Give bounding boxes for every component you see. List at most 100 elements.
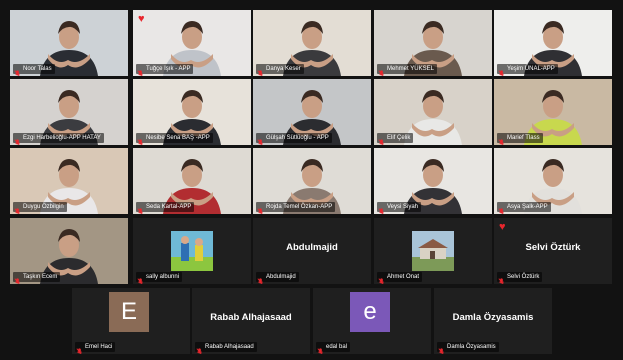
- microphone-muted-icon: [378, 273, 385, 284]
- participant-tile[interactable]: Noor Talas: [10, 10, 128, 76]
- participant-tile[interactable]: Rabab Alhajasaad Rabab Alhajasaad: [192, 288, 310, 354]
- participant-tile[interactable]: Veysi Siyah: [374, 148, 492, 214]
- microphone-muted-icon: [14, 134, 21, 145]
- microphone-muted-icon: [498, 273, 505, 284]
- microphone-muted-icon: [137, 134, 144, 145]
- participant-name: Abdulmajid: [266, 274, 296, 280]
- participant-name-label: Selvi Öztürk: [497, 272, 543, 284]
- participant-name-label: Asya Şalk-APP: [497, 202, 551, 214]
- microphone-muted-icon: [257, 65, 264, 76]
- heart-icon: ♥: [499, 221, 506, 233]
- avatar: E: [109, 292, 149, 332]
- microphone-muted-icon: [498, 203, 505, 214]
- participant-tile[interactable]: Marief Tlass: [494, 79, 612, 145]
- participant-name: Duygu Özbilgin: [23, 204, 64, 210]
- microphone-muted-icon: [378, 203, 385, 214]
- microphone-muted-icon: [76, 343, 83, 354]
- participant-tile[interactable]: Ezgi Harbelioğlu-APP HATAY: [10, 79, 128, 145]
- microphone-muted-icon: [14, 273, 21, 284]
- participant-name: Noor Talas: [23, 66, 52, 72]
- participant-name: Elif Çelik: [387, 135, 411, 141]
- participant-tile[interactable]: Nesibe Sena BAŞ -APP: [133, 79, 251, 145]
- participant-tile[interactable]: Duygu Özbilgin: [10, 148, 128, 214]
- participant-name-label: Taşkın Ecem: [13, 272, 61, 284]
- participant-tile[interactable]: Danya Keser: [253, 10, 371, 76]
- participant-name: Taşkın Ecem: [23, 274, 58, 280]
- participant-tile[interactable]: Mehmet YÜKSEL: [374, 10, 492, 76]
- participant-name-label: Duygu Özbilgin: [13, 202, 67, 214]
- participant-name-label: sally albunni: [136, 272, 183, 284]
- participant-name-label: Ahmet Onat: [377, 272, 423, 284]
- participant-name-label: Mehmet YÜKSEL: [377, 64, 437, 76]
- participant-name: Ahmet Onat: [387, 274, 420, 280]
- microphone-muted-icon: [14, 203, 21, 214]
- participant-name: Danya Keser: [266, 66, 301, 72]
- participant-display-name: Selvi Öztürk: [525, 242, 581, 253]
- microphone-muted-icon: [137, 273, 144, 284]
- participant-name-label: Yeşim ÜNAL-APP: [497, 64, 558, 76]
- participant-tile[interactable]: e edal bal: [313, 288, 431, 354]
- participant-name: Asya Şalk-APP: [507, 204, 548, 210]
- participant-name: Nesibe Sena BAŞ -APP: [146, 135, 210, 141]
- participant-tile[interactable]: Gülşah Sütlüoğlu - APP: [253, 79, 371, 145]
- participant-name-label: Rojda Temel Özkan-APP: [256, 202, 336, 214]
- heart-icon: ♥: [138, 13, 145, 25]
- microphone-muted-icon: [137, 203, 144, 214]
- participant-name-label: Tuğçe Işık - APP: [136, 64, 194, 76]
- participant-tile[interactable]: Elif Çelik: [374, 79, 492, 145]
- participant-name-label: Marief Tlass: [497, 133, 543, 145]
- microphone-muted-icon: [378, 65, 385, 76]
- participant-tile[interactable]: Rojda Temel Özkan-APP: [253, 148, 371, 214]
- participant-name-label: Ezgi Harbelioğlu-APP HATAY: [13, 133, 104, 145]
- participant-name-label: Danya Keser: [256, 64, 304, 76]
- microphone-muted-icon: [196, 343, 203, 354]
- participant-name: Selvi Öztürk: [507, 274, 540, 280]
- participant-tile[interactable]: E Emel Haci: [72, 288, 190, 354]
- participant-display-name: Damla Özyasamis: [452, 312, 534, 323]
- participant-tile[interactable]: ♥ Tuğçe Işık - APP: [133, 10, 251, 76]
- participant-name-label: Seda Kartal-APP: [136, 202, 195, 214]
- microphone-muted-icon: [257, 273, 264, 284]
- avatar: e: [350, 292, 390, 332]
- participant-tile[interactable]: Damla Özyasamis Damla Özyasamis: [434, 288, 552, 354]
- microphone-muted-icon: [257, 203, 264, 214]
- participant-name-label: Rabab Alhajasaad: [195, 342, 257, 354]
- participant-display-name: Abdulmajid: [286, 242, 338, 253]
- participant-tile[interactable]: Taşkın Ecem: [10, 218, 128, 284]
- participant-name: sally albunni: [146, 274, 180, 280]
- microphone-muted-icon: [378, 134, 385, 145]
- microphone-muted-icon: [14, 65, 21, 76]
- profile-picture: [171, 231, 213, 271]
- participant-tile[interactable]: Asya Şalk-APP: [494, 148, 612, 214]
- participant-tile[interactable]: Yeşim ÜNAL-APP: [494, 10, 612, 76]
- participant-name: Ezgi Harbelioğlu-APP HATAY: [23, 135, 101, 141]
- participant-name: Tuğçe Işık - APP: [146, 66, 191, 72]
- microphone-muted-icon: [137, 65, 144, 76]
- microphone-muted-icon: [498, 65, 505, 76]
- participant-tile[interactable]: Seda Kartal-APP: [133, 148, 251, 214]
- participant-name: Mehmet YÜKSEL: [387, 66, 434, 72]
- participant-name: Rabab Alhajasaad: [205, 344, 254, 350]
- participant-name-label: Elif Çelik: [377, 133, 414, 145]
- microphone-muted-icon: [438, 343, 445, 354]
- participant-tile[interactable]: Ahmet Onat: [374, 218, 492, 284]
- participant-name: Damla Özyasamis: [447, 344, 496, 350]
- participant-name: Rojda Temel Özkan-APP: [266, 204, 333, 210]
- participant-name-label: Noor Talas: [13, 64, 55, 76]
- participant-tile[interactable]: Selvi Öztürk ♥ Selvi Öztürk: [494, 218, 612, 284]
- participant-name-label: Damla Özyasamis: [437, 342, 499, 354]
- participant-name: Veysi Siyah: [387, 204, 419, 210]
- participant-display-name: Rabab Alhajasaad: [210, 312, 292, 323]
- participant-name-label: Emel Haci: [75, 342, 116, 354]
- participant-name: Gülşah Sütlüoğlu - APP: [266, 135, 329, 141]
- participant-name: Marief Tlass: [507, 135, 540, 141]
- participant-name-label: Gülşah Sütlüoğlu - APP: [256, 133, 332, 145]
- microphone-muted-icon: [498, 134, 505, 145]
- participant-name-label: Veysi Siyah: [377, 202, 422, 214]
- meeting-gallery: { "participants": [ {"name":"Noor Talas"…: [0, 0, 623, 360]
- participant-name: Seda Kartal-APP: [146, 204, 192, 210]
- participant-tile[interactable]: sally albunni: [133, 218, 251, 284]
- participant-name: Yeşim ÜNAL-APP: [507, 66, 555, 72]
- microphone-muted-icon: [317, 343, 324, 354]
- participant-tile[interactable]: Abdulmajid Abdulmajid: [253, 218, 371, 284]
